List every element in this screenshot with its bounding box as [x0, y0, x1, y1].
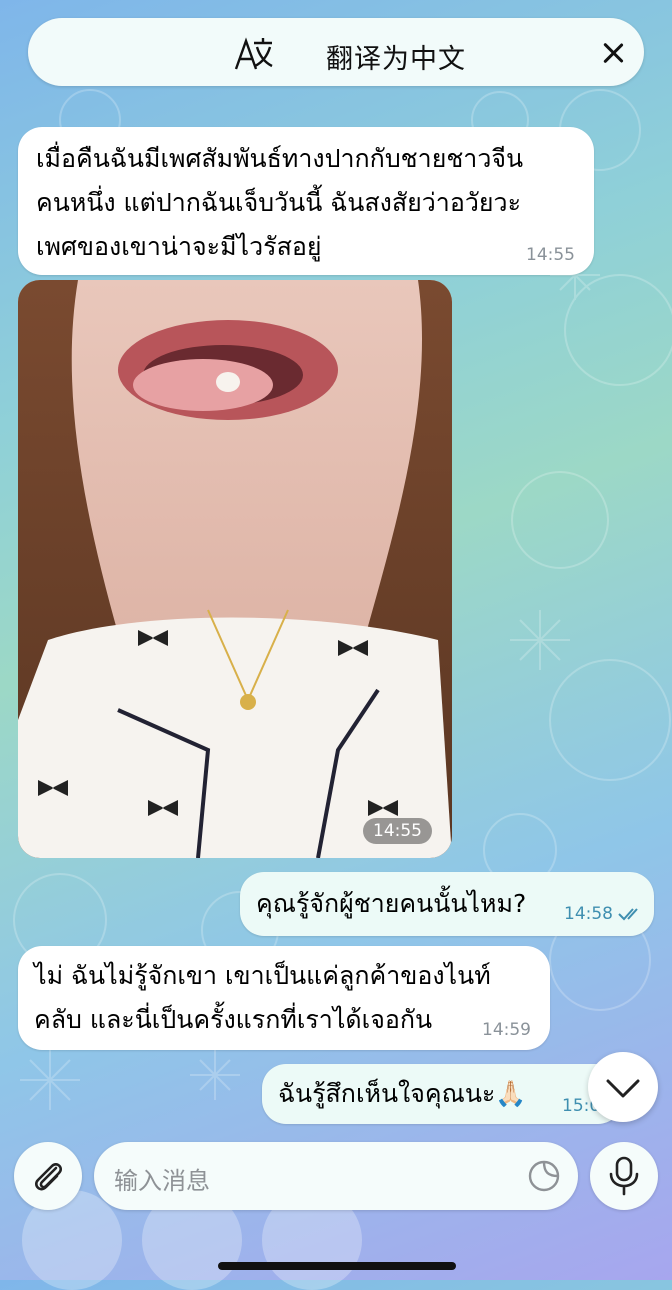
translate-label[interactable]: 翻译为中文	[326, 37, 466, 76]
translate-icon	[234, 37, 273, 70]
close-icon[interactable]	[600, 40, 626, 66]
message-time: 14:59	[482, 1020, 531, 1040]
message-line: เพศของเขาน่าจะมีไวรัสอยู่	[36, 232, 322, 261]
chevron-down-icon	[606, 1079, 640, 1098]
message-input-placeholder: 输入消息	[114, 1167, 210, 1195]
attach-button[interactable]	[14, 1142, 82, 1210]
incoming-message[interactable]: ไม่ ฉันไม่รู้จักเขา เขาเป็นแค่ลูกค้าของไ…	[18, 946, 550, 1050]
message-line: ฉันรู้สึกเห็นใจคุณนะ🙏🏻	[278, 1079, 527, 1108]
microphone-button[interactable]	[590, 1142, 658, 1210]
translate-bar[interactable]: 翻译为中文	[28, 18, 644, 86]
incoming-message[interactable]: เมื่อคืนฉันมีเพศสัมพันธ์ทางปากกับชายชาวจ…	[18, 127, 594, 275]
photo-message[interactable]: 14:55	[18, 280, 452, 858]
message-line: คุณรู้จักผู้ชายคนนั้นไหม?	[256, 889, 527, 918]
microphone-icon	[609, 1156, 639, 1196]
read-checkmarks-icon	[618, 908, 638, 921]
home-indicator	[218, 1262, 456, 1270]
message-time: 14:58	[564, 904, 613, 924]
sticker-icon[interactable]	[526, 1158, 562, 1194]
message-input[interactable]: 输入消息	[94, 1142, 578, 1210]
message-line: ไม่ ฉันไม่รู้จักเขา เขาเป็นแค่ลูกค้าของไ…	[34, 961, 491, 990]
outgoing-message[interactable]: คุณรู้จักผู้ชายคนนั้นไหม? 14:58	[240, 872, 654, 936]
outgoing-message[interactable]: ฉันรู้สึกเห็นใจคุณนะ🙏🏻 15:0	[262, 1064, 622, 1124]
message-line: คลับ และนี่เป็นครั้งแรกที่เราได้เจอกัน	[34, 1005, 433, 1034]
message-time: 14:55	[526, 245, 575, 265]
photo-time: 14:55	[363, 818, 432, 844]
scroll-down-button[interactable]	[588, 1052, 658, 1122]
message-line: เมื่อคืนฉันมีเพศสัมพันธ์ทางปากกับชายชาวจ…	[36, 144, 524, 173]
message-line: คนหนึ่ง แต่ปากฉันเจ็บวันนี้ ฉันสงสัยว่าอ…	[36, 188, 522, 217]
photo-image	[18, 280, 452, 858]
paperclip-icon	[35, 1163, 62, 1191]
